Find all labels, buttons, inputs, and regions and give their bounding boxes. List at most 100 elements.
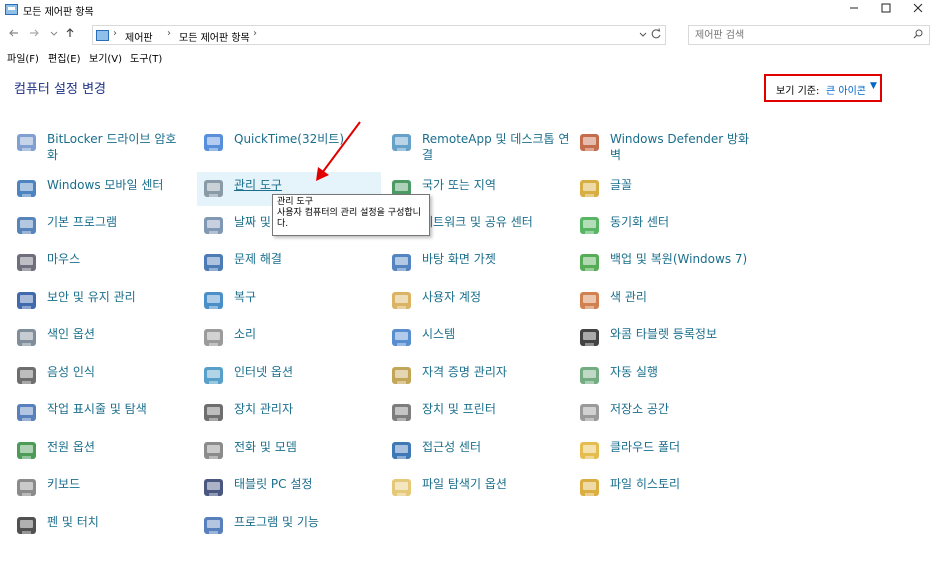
control-panel-item-label: 색 관리 <box>610 290 647 304</box>
control-panel-item-label: 관리 도구 <box>234 178 282 192</box>
tooltip-description: 사용자 컴퓨터의 관리 설정을 구성합니다. <box>277 208 421 229</box>
control-panel-item[interactable]: BitLocker 드라이브 암호화 <box>14 130 192 164</box>
caret-down-icon[interactable]: ▼ <box>870 81 877 91</box>
work-folders-icon <box>577 438 603 464</box>
control-panel-item[interactable]: 마우스 <box>14 250 192 284</box>
control-panel-item[interactable]: RemoteApp 및 데스크톱 연결 <box>389 130 569 164</box>
sound-icon <box>201 325 227 351</box>
wacom-tablet-icon <box>577 325 603 351</box>
control-panel-item-label: 전화 및 모뎀 <box>234 440 297 454</box>
menu-edit[interactable]: 편집(E) <box>48 50 81 65</box>
control-panel-item[interactable]: 사용자 계정 <box>389 288 567 322</box>
control-panel-item[interactable]: 복구 <box>201 288 379 322</box>
control-panel-item[interactable]: 동기화 센터 <box>577 213 755 247</box>
control-panel-item[interactable]: 펜 및 터치 <box>14 513 192 547</box>
view-by-value[interactable]: 큰 아이콘 <box>826 82 866 97</box>
control-panel-item-label: 마우스 <box>47 252 81 266</box>
control-panel-item[interactable]: 인터넷 옵션 <box>201 363 379 397</box>
control-panel-item[interactable]: 클라우드 폴더 <box>577 438 755 472</box>
control-panel-item-label: RemoteApp 및 데스크톱 연결 <box>422 132 570 162</box>
control-panel-item[interactable]: Windows 모바일 센터 <box>14 176 192 210</box>
menu-tools[interactable]: 도구(T) <box>130 50 162 65</box>
control-panel-item-label: 글꼴 <box>610 178 633 192</box>
control-panel-item[interactable]: 장치 관리자 <box>201 400 379 434</box>
control-panel-item[interactable]: 전원 옵션 <box>14 438 192 472</box>
control-panel-item[interactable]: 글꼴 <box>577 176 755 210</box>
control-panel-item[interactable]: 기본 프로그램 <box>14 213 192 247</box>
control-panel-item-label: 자격 증명 관리자 <box>422 365 507 379</box>
control-panel-item[interactable]: 접근성 센터 <box>389 438 567 472</box>
control-panel-item[interactable]: 장치 및 프린터 <box>389 400 567 434</box>
close-button[interactable] <box>900 0 936 20</box>
control-panel-item[interactable]: 보안 및 유지 관리 <box>14 288 192 322</box>
breadcrumb-all-items[interactable]: 모든 제어판 항목 <box>179 29 250 44</box>
control-panel-item[interactable]: Windows Defender 방화벽 <box>577 130 755 164</box>
control-panel-item[interactable]: 백업 및 복원(Windows 7) <box>577 250 755 284</box>
control-panel-item-label: 동기화 센터 <box>610 215 670 229</box>
back-button[interactable] <box>6 26 22 44</box>
search-icon <box>913 29 923 39</box>
menu-view[interactable]: 보기(V) <box>89 50 122 65</box>
control-panel-item[interactable]: 자동 실행 <box>577 363 755 397</box>
troubleshoot-icon <box>201 250 227 276</box>
control-panel-item[interactable]: QuickTime(32비트) <box>201 130 379 164</box>
control-panel-item-label: 소리 <box>234 327 257 341</box>
refresh-button[interactable] <box>650 27 662 44</box>
view-by-selector[interactable]: 보기 기준: 큰 아이콘 ▼ <box>764 74 882 102</box>
gadgets-icon <box>389 250 415 276</box>
minimize-button[interactable] <box>836 0 872 20</box>
control-panel-item[interactable]: 소리 <box>201 325 379 359</box>
search-input[interactable] <box>695 28 895 42</box>
control-panel-item[interactable]: 색 관리 <box>577 288 755 322</box>
control-panel-item[interactable]: 색인 옵션 <box>14 325 192 359</box>
control-panel-item-label: 클라우드 폴더 <box>610 440 681 454</box>
keyboard-icon <box>14 475 40 501</box>
control-panel-item[interactable]: 프로그램 및 기능 <box>201 513 379 547</box>
control-panel-item-label: 키보드 <box>47 477 81 491</box>
recent-locations-button[interactable] <box>46 26 62 44</box>
control-panel-item-label: Windows Defender 방화벽 <box>610 132 750 162</box>
chevron-down-icon <box>50 31 58 36</box>
up-button[interactable] <box>62 26 78 44</box>
up-arrow-icon <box>66 28 74 37</box>
taskbar-icon <box>14 400 40 426</box>
control-panel-item[interactable]: 자격 증명 관리자 <box>389 363 567 397</box>
control-panel-item[interactable]: 바탕 화면 가젯 <box>389 250 567 284</box>
refresh-icon <box>651 28 661 39</box>
control-panel-item[interactable]: 키보드 <box>14 475 192 509</box>
control-panel-item[interactable]: 태블릿 PC 설정 <box>201 475 379 509</box>
control-panel-item-label: QuickTime(32비트) <box>234 132 345 146</box>
backup-icon <box>577 250 603 276</box>
control-panel-icon <box>96 30 109 41</box>
control-panel-item[interactable]: 전화 및 모뎀 <box>201 438 379 472</box>
mobility-center-icon <box>14 176 40 202</box>
breadcrumb-control-panel[interactable]: 제어판 <box>125 29 153 44</box>
address-field[interactable]: › 제어판 › 모든 제어판 항목 › <box>92 25 666 45</box>
bitlocker-icon <box>14 130 40 156</box>
control-panel-item-label: 전원 옵션 <box>47 440 95 454</box>
chevron-down-icon <box>639 32 647 37</box>
menu-file[interactable]: 파일(F) <box>7 50 39 65</box>
control-panel-item[interactable]: 작업 표시줄 및 탐색 <box>14 400 192 434</box>
control-panel-item-label: 자동 실행 <box>610 365 658 379</box>
page-title: 컴퓨터 설정 변경 <box>14 82 106 97</box>
system-icon <box>389 325 415 351</box>
forward-arrow-icon <box>30 29 39 37</box>
control-panel-item[interactable]: 시스템 <box>389 325 567 359</box>
control-panel-item[interactable]: 와콤 타블렛 등록정보 <box>577 325 755 359</box>
control-panel-item[interactable]: 파일 히스토리 <box>577 475 755 509</box>
tablet-pc-icon <box>201 475 227 501</box>
control-panel-item-label: 음성 인식 <box>47 365 95 379</box>
forward-button[interactable] <box>26 26 42 44</box>
control-panel-item[interactable]: 음성 인식 <box>14 363 192 397</box>
control-panel-item[interactable]: 문제 해결 <box>201 250 379 284</box>
control-panel-item[interactable]: 파일 탐색기 옵션 <box>389 475 567 509</box>
search-box[interactable] <box>688 25 930 45</box>
control-panel-item-label: 시스템 <box>422 327 456 341</box>
address-dropdown-button[interactable] <box>639 28 647 43</box>
control-panel-item-label: 기본 프로그램 <box>47 215 118 229</box>
control-panel-item[interactable]: 저장소 공간 <box>577 400 755 434</box>
printer-icon <box>389 400 415 426</box>
control-panel-item-label: 네트워크 및 공유 센터 <box>422 215 533 229</box>
maximize-button[interactable] <box>868 0 904 20</box>
